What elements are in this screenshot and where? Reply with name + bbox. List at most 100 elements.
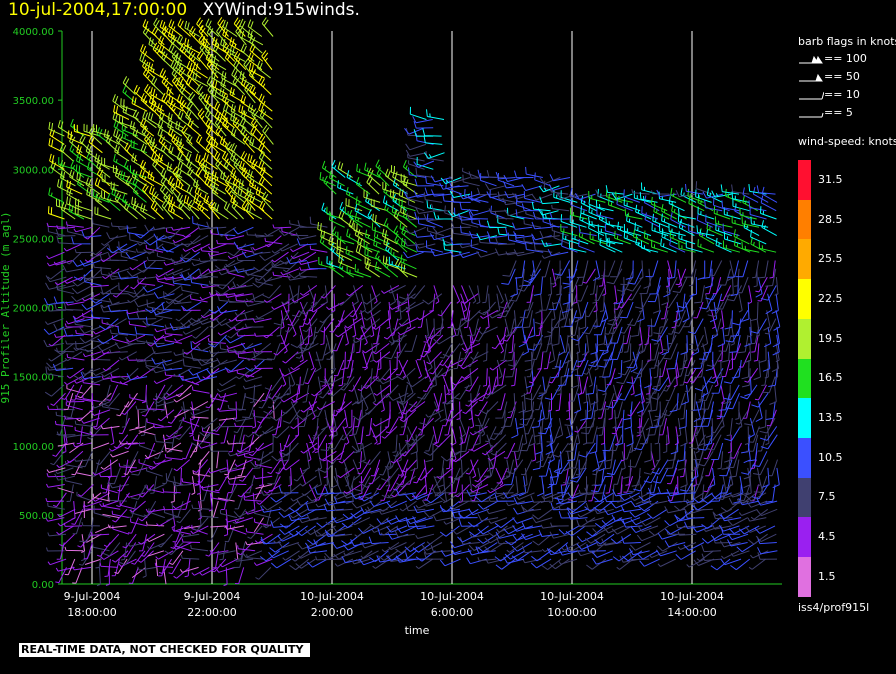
wind-barb — [616, 368, 632, 385]
wind-barbs — [43, 17, 781, 587]
wind-barb — [90, 431, 109, 436]
wind-barb — [319, 172, 336, 187]
wind-barb — [192, 326, 209, 339]
wind-barb — [354, 203, 371, 220]
wind-barb — [722, 359, 731, 377]
wind-barb — [453, 351, 462, 370]
wind-barb — [538, 529, 559, 537]
wind-barb — [318, 450, 337, 461]
wind-barb — [308, 434, 316, 453]
legend-panel: barb flags in knots == 100 == 50 == 10 == 5… — [793, 30, 896, 624]
wind-barb — [617, 221, 634, 237]
wind-barb — [198, 442, 218, 449]
wind-barb — [174, 334, 193, 343]
wind-barb — [730, 442, 742, 459]
wind-barb — [298, 251, 317, 262]
wind-barb — [414, 178, 435, 187]
wind-barb — [434, 426, 444, 444]
wind-barb — [84, 558, 102, 565]
wind-barb — [747, 517, 767, 522]
wind-barb — [757, 434, 767, 452]
wind-barb — [237, 545, 256, 552]
wind-barb — [62, 265, 84, 273]
wind-barb — [645, 260, 659, 278]
wind-barb — [282, 409, 301, 424]
wind-barb — [723, 368, 740, 384]
wind-barb — [641, 182, 659, 195]
wind-barb — [720, 384, 725, 404]
wind-barb — [177, 110, 192, 129]
wind-barb — [696, 550, 714, 562]
wind-barb — [191, 434, 211, 447]
wind-barb — [190, 544, 209, 552]
wind-barb — [101, 235, 119, 246]
wind-barb — [514, 310, 526, 329]
wind-barb — [678, 409, 687, 430]
wind-barb — [227, 480, 247, 485]
wind-barb — [372, 359, 380, 378]
wind-barb — [521, 184, 543, 191]
wind-barb — [423, 135, 443, 145]
wind-barb — [92, 442, 110, 450]
wind-barb — [662, 401, 679, 417]
wind-barb — [290, 492, 309, 502]
wind-barb — [130, 518, 148, 527]
wind-barb — [137, 260, 157, 273]
wind-barb — [219, 542, 227, 561]
wind-barb — [497, 215, 515, 228]
wind-barb — [703, 475, 715, 493]
wind-barb — [697, 239, 715, 253]
wind-barb — [123, 451, 139, 467]
wind-barb — [178, 373, 200, 381]
wind-barb — [752, 260, 760, 279]
wind-barb — [287, 310, 300, 326]
speed-swatch — [798, 398, 811, 439]
wind-barb — [423, 326, 435, 343]
speed-label: 19.5 — [818, 331, 843, 345]
x-tick-date: 10-Jul-2004 — [420, 590, 484, 603]
wind-barb — [114, 144, 130, 162]
wind-barb — [110, 426, 115, 446]
wind-barb — [219, 376, 237, 387]
wind-barb — [554, 260, 571, 276]
wind-barb — [497, 393, 506, 411]
speed-swatch — [798, 557, 811, 597]
wind-barb — [444, 359, 463, 368]
wind-barb — [510, 277, 518, 298]
wind-barb — [542, 334, 551, 353]
wind-barb — [153, 367, 173, 374]
wind-barb — [543, 351, 551, 370]
wind-barb — [229, 524, 247, 535]
wind-barb — [192, 216, 210, 228]
wind-barb — [46, 359, 67, 369]
wind-barb — [74, 508, 92, 514]
wind-barb — [367, 208, 381, 228]
wind-barb — [578, 442, 596, 458]
wind-barb — [621, 536, 641, 544]
flag-legend-label: == 50 — [824, 70, 860, 83]
wind-barb — [474, 467, 489, 483]
wind-barb — [697, 260, 706, 280]
wind-barb — [155, 550, 174, 560]
wind-barb — [225, 235, 245, 241]
wind-barb — [645, 384, 659, 400]
wind-barb — [477, 417, 486, 437]
wind-barb — [531, 409, 542, 429]
wind-barb — [154, 442, 166, 459]
wind-barb — [732, 310, 749, 326]
wind-barb — [644, 442, 652, 463]
wind-barb — [263, 276, 283, 282]
wind-barb — [162, 488, 181, 494]
wind-barb — [359, 293, 366, 315]
wind-barb — [635, 204, 652, 220]
wind-barb — [477, 557, 497, 562]
wind-barb — [620, 268, 634, 286]
wind-barb — [181, 286, 199, 295]
wind-barb — [738, 276, 749, 294]
wind-barb — [186, 134, 200, 154]
wind-barb — [214, 475, 228, 492]
wind-barb — [242, 384, 262, 390]
wind-barb — [99, 562, 118, 568]
wind-barb — [206, 367, 227, 376]
wind-barb — [264, 260, 282, 272]
